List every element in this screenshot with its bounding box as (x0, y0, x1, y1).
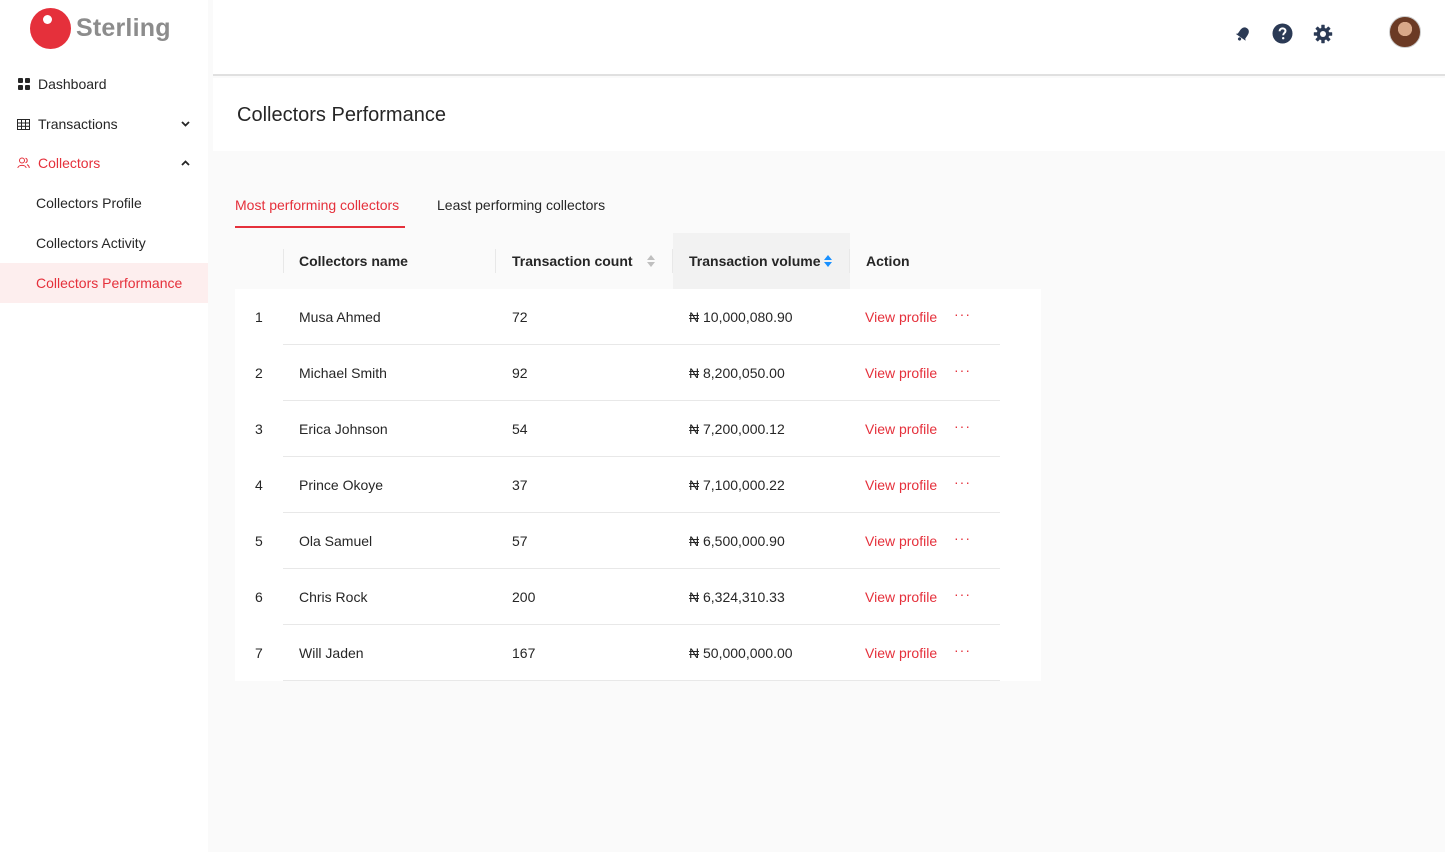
column-header-count[interactable]: Transaction count (512, 233, 672, 289)
transaction-volume: ₦ 50,000,000.00 (689, 645, 793, 661)
notification-icon[interactable] (1232, 23, 1253, 44)
collector-name: Ola Samuel (299, 533, 373, 549)
table-row: 1 Musa Ahmed 72 ₦ 10,000,080.90 View pro… (235, 289, 1041, 345)
chevron-up-icon[interactable] (181, 157, 190, 169)
column-header-name: Collectors name (299, 253, 408, 269)
row-index: 1 (255, 309, 263, 325)
user-avatar[interactable] (1389, 16, 1421, 48)
transaction-count: 54 (512, 421, 528, 437)
view-profile-link[interactable]: View profile (865, 645, 937, 661)
brand-logo[interactable]: Sterling (30, 7, 171, 49)
logo-mark-icon (30, 7, 71, 49)
sidebar-item-collectors-profile[interactable]: Collectors Profile (0, 183, 208, 223)
tab-least-performing[interactable]: Least performing collectors (437, 197, 605, 213)
column-header-action: Action (866, 253, 910, 269)
table-body: 1 Musa Ahmed 72 ₦ 10,000,080.90 View pro… (235, 289, 1041, 681)
sort-icon[interactable] (647, 255, 655, 267)
brand-name: Sterling (76, 13, 171, 42)
table-row: 4 Prince Okoye 37 ₦ 7,100,000.22 View pr… (235, 457, 1041, 513)
collector-name: Chris Rock (299, 589, 368, 605)
row-index: 7 (255, 645, 263, 661)
row-divider (283, 680, 1000, 681)
more-options-icon[interactable]: ··· (954, 306, 971, 322)
transaction-volume: ₦ 8,200,050.00 (689, 365, 785, 381)
page-title: Collectors Performance (237, 104, 446, 126)
transaction-count: 167 (512, 645, 536, 661)
collector-name: Michael Smith (299, 365, 387, 381)
sort-descending-icon[interactable] (824, 255, 832, 267)
row-index: 4 (255, 477, 263, 493)
column-header-label: Transaction volume (689, 253, 821, 269)
transaction-count: 200 (512, 589, 536, 605)
help-icon[interactable] (1272, 23, 1293, 44)
more-options-icon[interactable]: ··· (954, 362, 971, 378)
more-options-icon[interactable]: ··· (954, 474, 971, 490)
tab-active-indicator (235, 226, 405, 228)
sidebar: Sterling Dashboard Transactions Collecto… (0, 0, 208, 852)
column-divider (849, 249, 850, 273)
sidebar-item-collectors[interactable]: Collectors (0, 143, 208, 183)
sidebar-item-dashboard[interactable]: Dashboard (0, 64, 208, 104)
more-options-icon[interactable]: ··· (954, 530, 971, 546)
transaction-count: 72 (512, 309, 528, 325)
view-profile-link[interactable]: View profile (865, 477, 937, 493)
column-header-label: Transaction count (512, 253, 633, 269)
sidebar-subitem-label: Collectors Profile (36, 195, 142, 211)
view-profile-link[interactable]: View profile (865, 589, 937, 605)
sidebar-subitem-label: Collectors Performance (36, 275, 183, 291)
sidebar-item-transactions[interactable]: Transactions (0, 104, 208, 144)
sidebar-item-label: Collectors (38, 155, 101, 171)
table-row: 3 Erica Johnson 54 ₦ 7,200,000.12 View p… (235, 401, 1041, 457)
row-index: 2 (255, 365, 263, 381)
top-bar (213, 0, 1445, 76)
table-row: 5 Ola Samuel 57 ₦ 6,500,000.90 View prof… (235, 513, 1041, 569)
transaction-volume: ₦ 7,200,000.12 (689, 421, 785, 437)
collector-name: Prince Okoye (299, 477, 384, 493)
view-profile-link[interactable]: View profile (865, 309, 937, 325)
sidebar-item-collectors-activity[interactable]: Collectors Activity (0, 223, 208, 263)
row-index: 3 (255, 421, 263, 437)
column-divider (495, 249, 496, 273)
users-icon (17, 157, 30, 170)
sidebar-item-label: Dashboard (38, 76, 107, 92)
table-row: 6 Chris Rock 200 ₦ 6,324,310.33 View pro… (235, 569, 1041, 625)
table-row: 7 Will Jaden 167 ₦ 50,000,000.00 View pr… (235, 625, 1041, 681)
collector-name: Will Jaden (299, 645, 364, 661)
view-profile-link[interactable]: View profile (865, 421, 937, 437)
transaction-volume: ₦ 6,500,000.90 (689, 533, 785, 549)
view-profile-link[interactable]: View profile (865, 365, 937, 381)
transaction-volume: ₦ 6,324,310.33 (689, 589, 785, 605)
row-index: 6 (255, 589, 263, 605)
dashboard-icon (17, 78, 30, 91)
transaction-volume: ₦ 7,100,000.22 (689, 477, 785, 493)
column-header-volume[interactable]: Transaction volume (689, 233, 849, 289)
transaction-count: 92 (512, 365, 528, 381)
more-options-icon[interactable]: ··· (954, 586, 971, 602)
more-options-icon[interactable]: ··· (954, 418, 971, 434)
sidebar-item-label: Transactions (38, 116, 118, 132)
page-header: Collectors Performance (213, 78, 1445, 151)
collector-name: Erica Johnson (299, 421, 388, 437)
settings-icon[interactable] (1312, 23, 1333, 44)
sidebar-item-collectors-performance[interactable]: Collectors Performance (0, 263, 208, 303)
column-divider (283, 249, 284, 273)
tab-most-performing[interactable]: Most performing collectors (235, 197, 399, 213)
chevron-down-icon[interactable] (181, 118, 190, 130)
transaction-volume: ₦ 10,000,080.90 (689, 309, 793, 325)
view-profile-link[interactable]: View profile (865, 533, 937, 549)
table-icon (17, 118, 30, 131)
more-options-icon[interactable]: ··· (954, 642, 971, 658)
sidebar-subitem-label: Collectors Activity (36, 235, 146, 251)
collector-name: Musa Ahmed (299, 309, 381, 325)
transaction-count: 37 (512, 477, 528, 493)
row-index: 5 (255, 533, 263, 549)
table-row: 2 Michael Smith 92 ₦ 8,200,050.00 View p… (235, 345, 1041, 401)
column-divider (672, 249, 673, 273)
transaction-count: 57 (512, 533, 528, 549)
